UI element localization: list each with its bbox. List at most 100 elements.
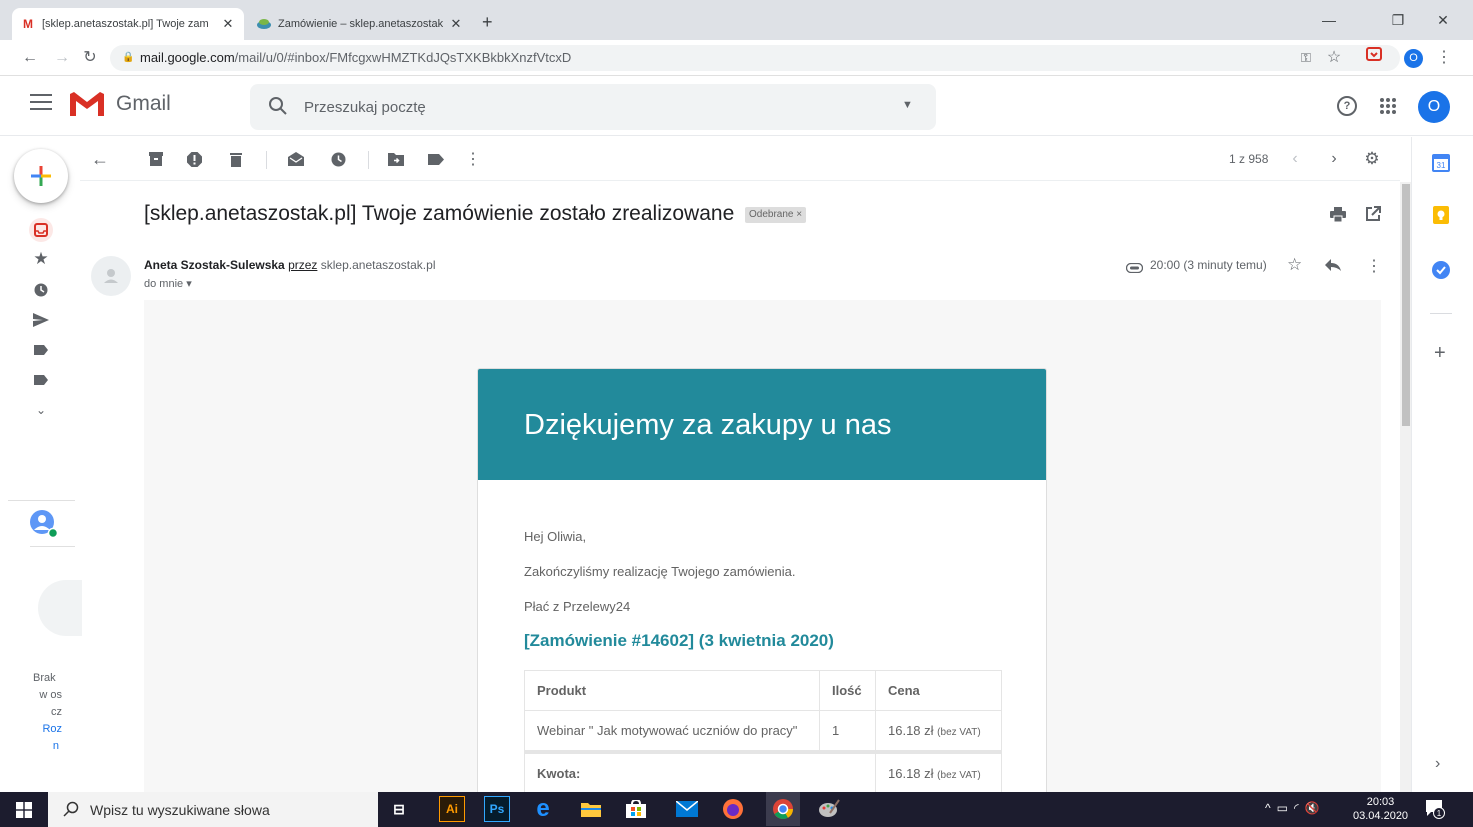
- sender-avatar: [91, 256, 131, 296]
- file-explorer-icon[interactable]: [578, 796, 604, 822]
- help-icon[interactable]: ?: [1337, 96, 1357, 116]
- reply-icon[interactable]: [1325, 258, 1341, 276]
- tray-icons[interactable]: ^▭◜🔇: [1265, 801, 1326, 815]
- report-spam-icon[interactable]: [184, 149, 204, 169]
- mark-unread-icon[interactable]: [286, 149, 306, 169]
- side-panel: 31 + ›: [1411, 137, 1473, 792]
- bookmark-star-icon[interactable]: ☆: [1322, 46, 1346, 70]
- close-tab-icon[interactable]: ✕: [220, 16, 236, 32]
- settings-gear-icon[interactable]: ⚙: [1362, 149, 1382, 169]
- message-more-icon[interactable]: ⋮: [1366, 256, 1382, 276]
- attachment-icon: [1125, 260, 1144, 278]
- archive-icon[interactable]: [146, 149, 166, 169]
- volume-icon[interactable]: 🔇: [1305, 801, 1326, 815]
- delete-icon[interactable]: [226, 149, 246, 169]
- inbox-label-chip[interactable]: Odebrane ×: [745, 207, 807, 223]
- key-icon[interactable]: ⚿: [1294, 46, 1318, 70]
- task-view-icon[interactable]: ⊟: [386, 796, 412, 822]
- browser-tab-gmail[interactable]: M [sklep.anetaszostak.pl] Twoje zam ✕: [12, 8, 244, 40]
- newer-icon[interactable]: ‹: [1285, 149, 1305, 169]
- total-price-cell: 16.18 zł (bez VAT): [875, 751, 1002, 794]
- sender-name[interactable]: Aneta Szostak-Sulewska: [144, 258, 285, 272]
- wifi-icon[interactable]: ◜: [1294, 801, 1305, 815]
- taskbar-clock[interactable]: 20:03 03.04.2020: [1353, 795, 1408, 823]
- print-icon[interactable]: [1330, 207, 1346, 227]
- email-line-payment: Płać z Przelewy24: [524, 599, 631, 614]
- minimize-button[interactable]: —: [1306, 8, 1352, 32]
- windows-taskbar: Wpisz tu wyszukiwane słowa ⊟ Ai Ps e ^▭◜…: [0, 792, 1473, 827]
- label-icon[interactable]: [29, 338, 53, 362]
- photoshop-icon[interactable]: Ps: [484, 796, 510, 822]
- search-input[interactable]: Przeszukaj pocztę: [304, 99, 426, 116]
- close-window-button[interactable]: ✕: [1420, 8, 1466, 32]
- table-row: Webinar " Jak motywować uczniów do pracy…: [524, 710, 1002, 753]
- tab-title: Zamówienie – sklep.anetaszostak: [278, 18, 444, 30]
- via-link[interactable]: przez: [288, 258, 317, 272]
- lock-icon: 🔒: [122, 52, 135, 63]
- taskbar-search[interactable]: Wpisz tu wyszukiwane słowa: [48, 792, 378, 827]
- close-tab-icon[interactable]: ✕: [448, 16, 464, 32]
- keep-icon[interactable]: [1433, 206, 1449, 229]
- more-options-icon[interactable]: ⋮: [463, 149, 483, 169]
- new-tab-button[interactable]: +: [482, 12, 493, 33]
- illustrator-icon[interactable]: Ai: [439, 796, 465, 822]
- hangouts-text-link[interactable]: Roz: [10, 721, 62, 738]
- store-icon[interactable]: [623, 796, 649, 822]
- older-icon[interactable]: ›: [1324, 149, 1344, 169]
- label-icon[interactable]: [29, 368, 53, 392]
- battery-icon[interactable]: ▭: [1277, 801, 1294, 815]
- compose-button[interactable]: [14, 149, 68, 203]
- back-to-inbox-icon[interactable]: ←: [90, 149, 110, 169]
- browser-menu-icon[interactable]: ⋮: [1432, 46, 1456, 70]
- windows-start-icon[interactable]: [16, 802, 32, 823]
- expand-more-icon[interactable]: ⌄: [29, 398, 53, 422]
- gmail-logo[interactable]: Gmail: [68, 90, 171, 118]
- labels-icon[interactable]: [426, 149, 446, 169]
- total-label: Kwota:: [524, 751, 876, 794]
- gmail-header: Gmail Przeszukaj pocztę ▼ ? O: [0, 76, 1473, 136]
- extension-icon[interactable]: [1362, 46, 1386, 70]
- url-path: /mail/u/0/#inbox/FMfcgxwHMZTKdJQsTXKBkbk…: [234, 50, 572, 65]
- get-addons-icon[interactable]: +: [1434, 342, 1446, 365]
- email-card: Dziękujemy za zakupy u nas Hej Oliwia, Z…: [477, 368, 1047, 798]
- show-side-panel-icon[interactable]: ›: [1435, 755, 1440, 773]
- search-options-icon[interactable]: ▼: [902, 99, 913, 111]
- tasks-icon[interactable]: [1432, 261, 1450, 284]
- calendar-icon[interactable]: 31: [1432, 154, 1450, 177]
- maximize-button[interactable]: ❐: [1375, 8, 1421, 32]
- hangouts-text-link[interactable]: n: [10, 738, 62, 755]
- scrollbar-thumb[interactable]: [1402, 184, 1410, 426]
- hangouts-avatar-icon[interactable]: [30, 510, 59, 539]
- mail-app-icon[interactable]: [674, 796, 700, 822]
- search-icon[interactable]: [268, 96, 288, 116]
- order-title-link[interactable]: [Zamówienie #14602] (3 kwietnia 2020): [524, 631, 834, 651]
- profile-avatar[interactable]: O: [1404, 49, 1423, 68]
- inbox-icon[interactable]: [29, 218, 53, 242]
- apps-grid-icon[interactable]: [1380, 98, 1396, 114]
- move-to-icon[interactable]: [386, 149, 406, 169]
- address-bar[interactable]: 🔒 mail.google.com/mail/u/0/#inbox/FMfcgx…: [110, 45, 1400, 71]
- svg-text:31: 31: [1437, 161, 1446, 170]
- search-bar[interactable]: Przeszukaj pocztę ▼: [250, 84, 936, 130]
- forward-icon[interactable]: →: [50, 46, 74, 70]
- star-message-icon[interactable]: ☆: [1287, 255, 1302, 275]
- browser-tab-shop[interactable]: Zamówienie – sklep.anetaszostak ✕: [248, 8, 472, 40]
- gmail-logo-icon: [70, 92, 104, 116]
- account-avatar[interactable]: O: [1418, 91, 1450, 123]
- starred-icon[interactable]: ★: [29, 247, 53, 271]
- taskbar-search-input[interactable]: Wpisz tu wyszukiwane słowa: [90, 802, 270, 818]
- recipient-details[interactable]: do mnie ▾: [144, 277, 192, 290]
- sent-icon[interactable]: [29, 308, 53, 332]
- snooze-icon[interactable]: [328, 149, 348, 169]
- show-hidden-icons-icon[interactable]: ^: [1265, 801, 1277, 815]
- notifications-icon[interactable]: 1: [1425, 799, 1445, 819]
- firefox-icon[interactable]: [720, 796, 746, 822]
- reload-icon[interactable]: ↻: [78, 46, 102, 70]
- open-new-window-icon[interactable]: [1365, 206, 1381, 227]
- paint-icon[interactable]: [816, 796, 842, 822]
- main-menu-icon[interactable]: [30, 94, 52, 110]
- back-icon[interactable]: ←: [18, 46, 42, 70]
- chrome-icon[interactable]: [766, 792, 800, 826]
- edge-icon[interactable]: e: [530, 795, 556, 822]
- snoozed-icon[interactable]: [29, 278, 53, 302]
